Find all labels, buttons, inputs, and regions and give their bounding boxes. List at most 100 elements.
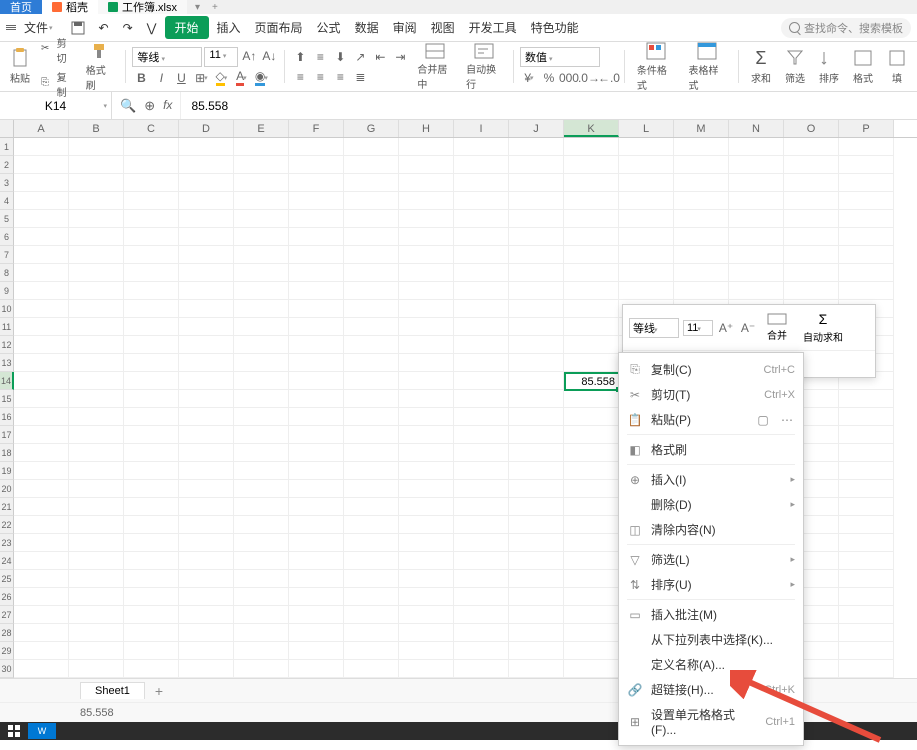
cell[interactable] [509, 264, 564, 282]
currency-button[interactable]: ¥▾ [520, 69, 538, 87]
cell[interactable] [564, 462, 619, 480]
cell[interactable] [674, 174, 729, 192]
cell[interactable] [344, 534, 399, 552]
cell[interactable] [509, 138, 564, 156]
active-cell[interactable]: 85.558 [564, 372, 620, 391]
cell[interactable] [14, 588, 69, 606]
cell[interactable] [234, 372, 289, 390]
cell[interactable] [454, 588, 509, 606]
ctx-define-name[interactable]: 定义名称(A)... [619, 652, 803, 677]
cell[interactable] [344, 570, 399, 588]
cell[interactable] [344, 300, 399, 318]
cell[interactable] [454, 282, 509, 300]
col-header[interactable]: I [454, 120, 509, 137]
cell[interactable] [564, 156, 619, 174]
cell[interactable] [289, 156, 344, 174]
cell[interactable] [454, 264, 509, 282]
cell[interactable] [14, 264, 69, 282]
cell[interactable] [399, 210, 454, 228]
cell[interactable] [234, 408, 289, 426]
cell[interactable] [234, 264, 289, 282]
cell[interactable] [124, 426, 179, 444]
cell[interactable] [14, 642, 69, 660]
cell[interactable] [234, 390, 289, 408]
underline-button[interactable]: U [172, 69, 190, 87]
cell[interactable] [729, 264, 784, 282]
cell[interactable] [14, 354, 69, 372]
highlight-button[interactable]: ◉▾ [252, 69, 270, 87]
cell[interactable] [399, 462, 454, 480]
cell[interactable] [564, 192, 619, 210]
cell[interactable] [69, 534, 124, 552]
cell[interactable] [564, 354, 619, 372]
cell[interactable] [14, 516, 69, 534]
cell[interactable] [454, 534, 509, 552]
italic-button[interactable]: I [152, 69, 170, 87]
cell[interactable] [69, 336, 124, 354]
cell[interactable] [179, 606, 234, 624]
cell[interactable] [454, 156, 509, 174]
cell[interactable] [619, 138, 674, 156]
col-header[interactable]: M [674, 120, 729, 137]
cell[interactable] [69, 624, 124, 642]
percent-button[interactable]: % [540, 69, 558, 87]
cell[interactable] [509, 372, 564, 390]
format-button[interactable]: 格式 [847, 46, 879, 87]
cell[interactable] [454, 300, 509, 318]
cell[interactable] [69, 408, 124, 426]
cell[interactable] [399, 390, 454, 408]
cell[interactable] [289, 642, 344, 660]
cell[interactable] [839, 264, 894, 282]
cell[interactable] [234, 480, 289, 498]
row-header[interactable]: 7 [0, 246, 14, 264]
cell[interactable] [839, 444, 894, 462]
cell[interactable] [399, 318, 454, 336]
cell[interactable] [124, 138, 179, 156]
cell[interactable] [179, 552, 234, 570]
cell[interactable] [234, 444, 289, 462]
select-all-corner[interactable] [0, 120, 14, 137]
cell[interactable] [289, 516, 344, 534]
cell[interactable] [69, 192, 124, 210]
cell[interactable] [839, 624, 894, 642]
cell[interactable] [839, 516, 894, 534]
cell[interactable] [344, 498, 399, 516]
justify-button[interactable]: ≣ [351, 68, 369, 86]
menu-view[interactable]: 视图 [425, 17, 461, 38]
cell[interactable] [839, 588, 894, 606]
cell[interactable] [289, 228, 344, 246]
cell[interactable] [454, 480, 509, 498]
cell[interactable] [399, 192, 454, 210]
cell[interactable] [564, 246, 619, 264]
cell[interactable] [344, 552, 399, 570]
cell[interactable] [344, 606, 399, 624]
mini-merge-button[interactable]: 合并 [761, 311, 793, 344]
ctx-insert[interactable]: ⊕ 插入(I) ▸ [619, 467, 803, 492]
cell[interactable] [289, 246, 344, 264]
col-header[interactable]: O [784, 120, 839, 137]
cell[interactable] [619, 246, 674, 264]
cell[interactable] [564, 606, 619, 624]
cell[interactable] [289, 606, 344, 624]
cell[interactable] [14, 156, 69, 174]
cell[interactable] [179, 318, 234, 336]
cell[interactable] [344, 642, 399, 660]
col-header[interactable]: F [289, 120, 344, 137]
cell[interactable] [234, 210, 289, 228]
cell[interactable] [69, 174, 124, 192]
row-header[interactable]: 30 [0, 660, 14, 678]
cell[interactable] [784, 192, 839, 210]
cell[interactable] [124, 372, 179, 390]
cell[interactable] [344, 426, 399, 444]
decrease-font-button[interactable]: A↓ [260, 47, 278, 65]
cell[interactable] [619, 228, 674, 246]
ctx-format-cells[interactable]: ⊞ 设置单元格格式(F)... Ctrl+1 [619, 702, 803, 741]
cell[interactable] [454, 444, 509, 462]
cell[interactable] [289, 624, 344, 642]
cell[interactable] [674, 138, 729, 156]
row-header[interactable]: 26 [0, 588, 14, 606]
cell[interactable] [729, 246, 784, 264]
fill-color-button[interactable]: ◇▾ [212, 69, 230, 87]
cell[interactable] [399, 588, 454, 606]
cell[interactable] [69, 372, 124, 390]
